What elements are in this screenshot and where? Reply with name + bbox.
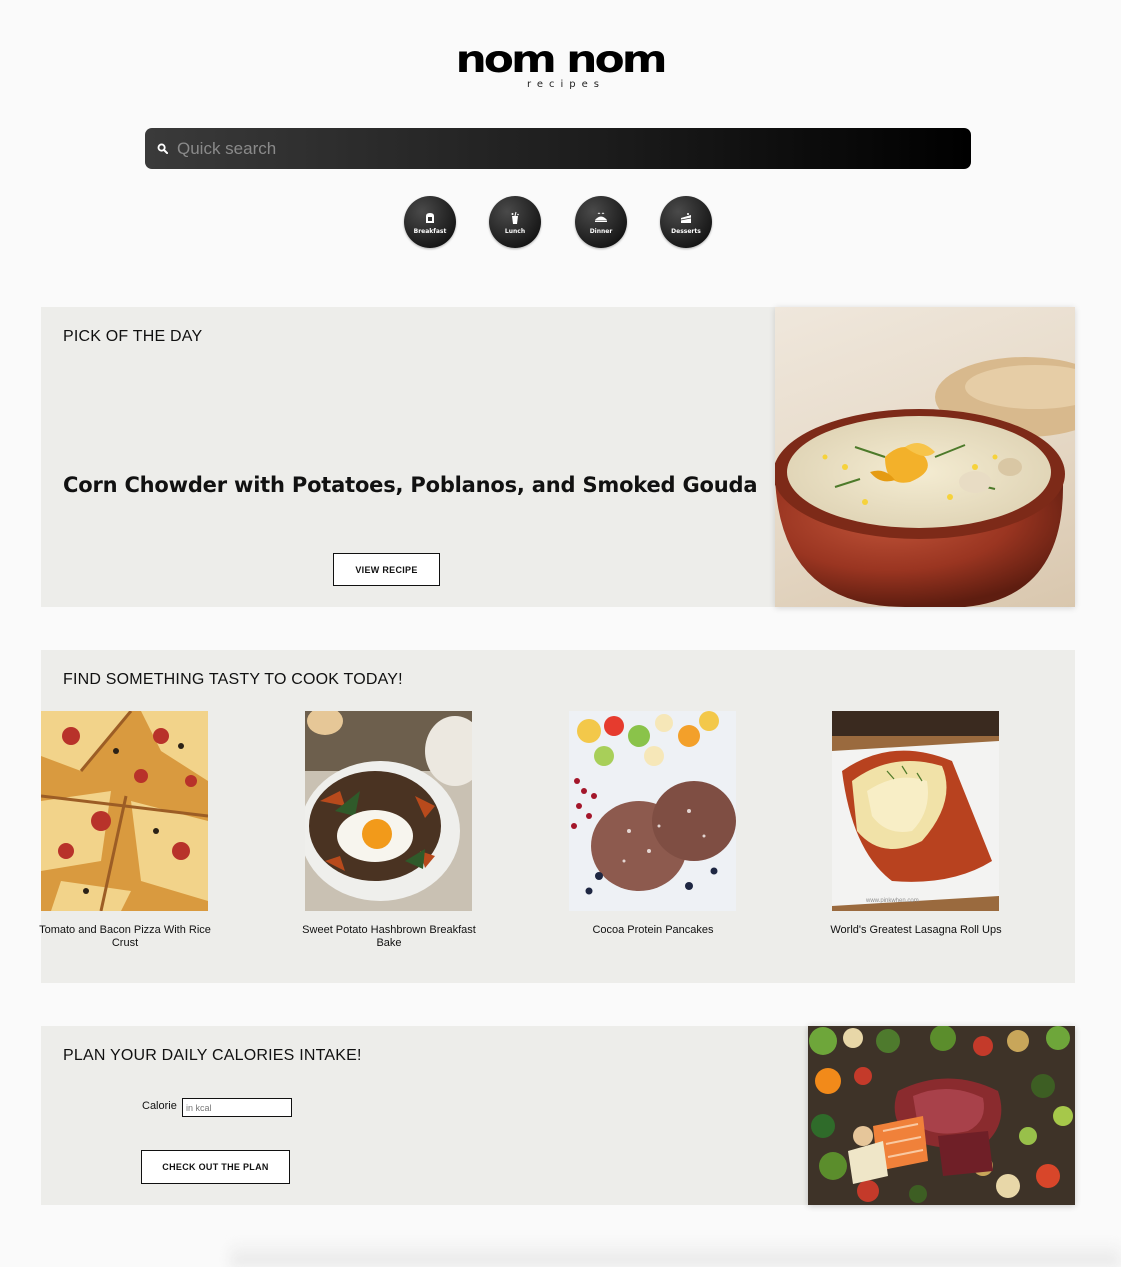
- category-label: Desserts: [671, 228, 701, 235]
- footer-shadow: [230, 1240, 1121, 1267]
- calorie-planner-image: [808, 1026, 1075, 1205]
- section-title: PICK OF THE DAY: [63, 328, 203, 345]
- recipe-card[interactable]: Tomato and Bacon Pizza With Rice Crust: [39, 711, 211, 950]
- site-logo[interactable]: nom nom recipes: [448, 38, 672, 94]
- view-recipe-button[interactable]: VIEW RECIPE: [333, 553, 440, 586]
- category-breakfast-button[interactable]: Breakfast: [404, 196, 456, 248]
- recipe-name[interactable]: Sweet Potato Hashbrown Breakfast Bake: [299, 924, 479, 950]
- recipe-card[interactable]: Cocoa Protein Pancakes: [569, 711, 736, 937]
- search-input[interactable]: [177, 128, 937, 169]
- featured-recipe-title[interactable]: Corn Chowder with Potatoes, Poblanos, an…: [63, 473, 758, 497]
- category-label: Breakfast: [413, 228, 447, 235]
- search-icon[interactable]: [147, 128, 177, 169]
- category-dinner-button[interactable]: Dinner: [575, 196, 627, 248]
- section-title: PLAN YOUR DAILY CALORIES INTAKE!: [63, 1047, 362, 1064]
- search-bar: [145, 128, 971, 169]
- recipe-name[interactable]: Tomato and Bacon Pizza With Rice Crust: [35, 924, 215, 950]
- check-out-plan-button[interactable]: CHECK OUT THE PLAN: [141, 1150, 290, 1184]
- category-label: Dinner: [589, 228, 613, 235]
- recipe-image[interactable]: [569, 711, 736, 911]
- cake-icon: [680, 213, 692, 223]
- dish-icon: [595, 212, 607, 222]
- category-lunch-button[interactable]: Lunch: [489, 196, 541, 248]
- logo-tagline: recipes: [526, 79, 606, 90]
- recipe-card[interactable]: Sweet Potato Hashbrown Breakfast Bake: [302, 711, 476, 950]
- pick-of-the-day-section: PICK OF THE DAY Corn Chowder with Potato…: [41, 307, 776, 607]
- recipe-card[interactable]: www.pinkwhen.com World's Greatest Lasagn…: [830, 711, 1002, 937]
- featured-recipe-image[interactable]: [775, 307, 1075, 607]
- category-desserts-button[interactable]: Desserts: [660, 196, 712, 248]
- toast-icon: [426, 213, 434, 223]
- category-label: Lunch: [504, 228, 526, 235]
- logo-wordmark: nom nom: [455, 37, 667, 82]
- calorie-label: Calorie: [142, 1100, 177, 1112]
- section-title: FIND SOMETHING TASTY TO COOK TODAY!: [63, 671, 403, 688]
- recipe-name[interactable]: World's Greatest Lasagna Roll Ups: [826, 924, 1006, 937]
- recipe-image[interactable]: [41, 711, 208, 911]
- drink-icon: [511, 211, 519, 224]
- category-nav: Breakfast Lunch Dinner Desserts: [404, 196, 724, 250]
- recipe-name[interactable]: Cocoa Protein Pancakes: [563, 924, 743, 937]
- recipe-image[interactable]: www.pinkwhen.com: [832, 711, 999, 911]
- calorie-input[interactable]: [182, 1098, 292, 1117]
- calorie-planner-section: PLAN YOUR DAILY CALORIES INTAKE! Calorie…: [41, 1026, 809, 1205]
- recipe-image[interactable]: [305, 711, 472, 911]
- image-watermark: www.pinkwhen.com: [866, 898, 919, 904]
- recipe-suggestions-section: FIND SOMETHING TASTY TO COOK TODAY! Toma…: [39, 650, 1075, 983]
